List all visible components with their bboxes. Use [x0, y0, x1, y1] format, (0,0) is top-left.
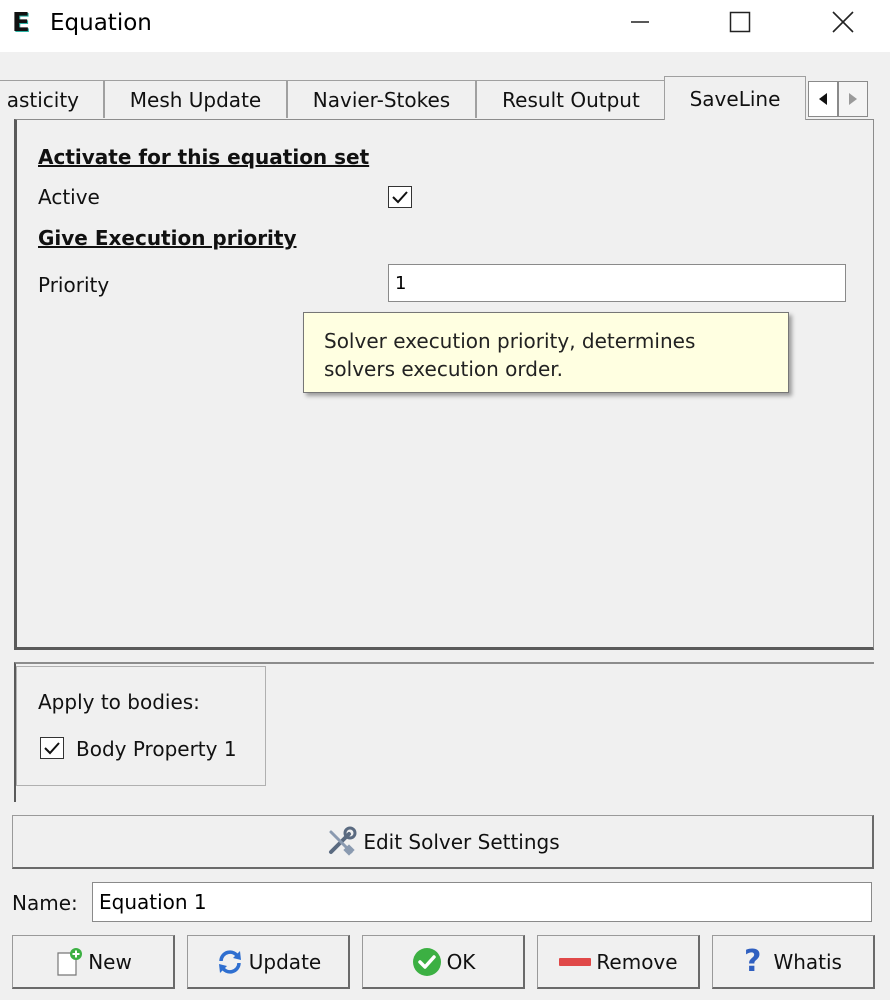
checkmark-icon	[392, 191, 408, 204]
name-input[interactable]	[92, 882, 872, 922]
active-checkbox[interactable]	[388, 186, 412, 208]
triangle-right-icon	[849, 93, 857, 105]
maximize-icon	[729, 11, 751, 33]
bodies-group	[16, 666, 266, 786]
tools-icon	[325, 826, 357, 858]
tab-mesh-update[interactable]: Mesh Update	[104, 80, 287, 118]
body-property-label: Body Property 1	[76, 737, 237, 761]
close-icon	[832, 11, 854, 33]
checkmark-icon	[44, 742, 60, 755]
tab-scroll-left-button[interactable]	[808, 81, 838, 117]
tab-scroll-right-button[interactable]	[838, 81, 868, 117]
whatis-button[interactable]: ? Whatis	[712, 935, 875, 989]
activate-heading: Activate for this equation set	[38, 145, 370, 169]
body-property-checkbox[interactable]	[40, 737, 64, 759]
minimize-button[interactable]	[605, 0, 675, 44]
tab-label: SaveLine	[689, 86, 781, 111]
edit-solver-settings-label: Edit Solver Settings	[363, 829, 560, 854]
tab-label: Navier-Stokes	[312, 87, 451, 112]
check-circle-icon	[411, 946, 443, 978]
priority-heading: Give Execution priority	[38, 226, 297, 250]
tab-result-output[interactable]: Result Output	[476, 80, 666, 118]
refresh-icon	[215, 947, 245, 977]
question-mark-icon: ?	[744, 943, 762, 979]
apply-to-bodies-label: Apply to bodies:	[38, 690, 200, 714]
app-icon: E	[12, 8, 34, 38]
name-label: Name:	[12, 891, 78, 915]
update-button[interactable]: Update	[187, 935, 350, 989]
priority-tooltip: Solver execution priority, determines so…	[303, 312, 789, 393]
ok-button-label: OK	[446, 949, 476, 974]
remove-button[interactable]: Remove	[537, 935, 700, 989]
triangle-left-icon	[819, 93, 827, 105]
new-document-icon	[54, 947, 84, 977]
tab-label: asticity	[6, 87, 79, 112]
tab-elasticity[interactable]: asticity	[0, 80, 104, 118]
maximize-button[interactable]	[705, 0, 775, 44]
tab-label: Result Output	[502, 87, 640, 112]
edit-solver-settings-button[interactable]: Edit Solver Settings	[12, 815, 874, 869]
remove-button-label: Remove	[596, 949, 678, 974]
new-button-label: New	[88, 949, 132, 974]
app-icon-letter: E	[12, 8, 30, 38]
tab-saveline[interactable]: SaveLine	[664, 76, 806, 120]
active-label: Active	[38, 185, 100, 209]
ok-button[interactable]: OK	[362, 935, 525, 989]
tab-label: Mesh Update	[129, 87, 262, 112]
close-button[interactable]	[808, 0, 878, 44]
priority-input[interactable]	[388, 264, 846, 302]
update-button-label: Update	[248, 949, 322, 974]
tab-navier-stokes[interactable]: Navier-Stokes	[287, 80, 476, 118]
priority-label: Priority	[38, 273, 110, 297]
new-button[interactable]: New	[12, 935, 175, 989]
window-title: Equation	[50, 10, 152, 36]
minimize-icon	[631, 21, 649, 23]
whatis-button-label: Whatis	[773, 949, 842, 974]
minus-icon	[558, 955, 592, 969]
